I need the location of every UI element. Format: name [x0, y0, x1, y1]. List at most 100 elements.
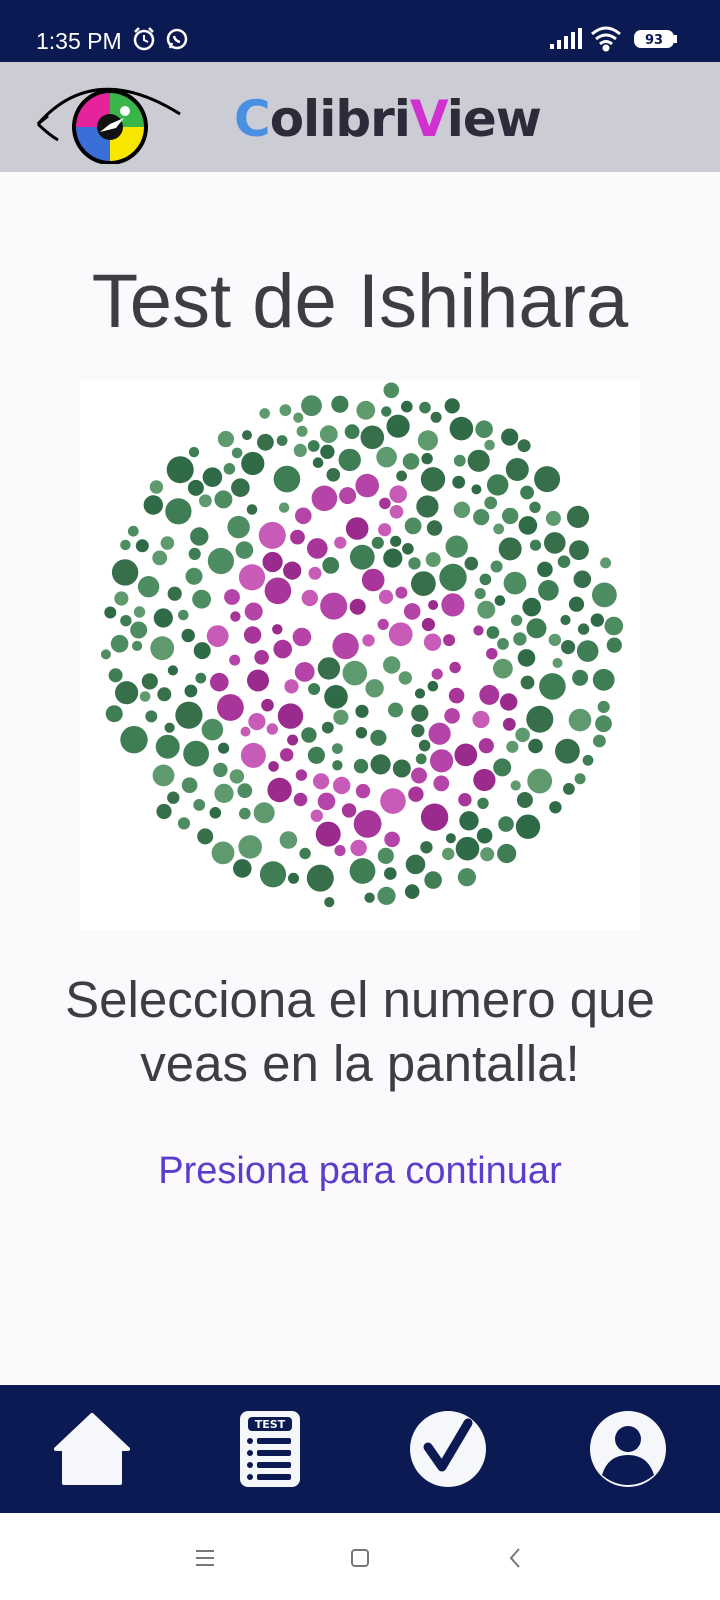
plate-dot — [498, 816, 514, 832]
plate-dot — [241, 451, 265, 476]
plate-dot — [362, 634, 375, 647]
plate-dot — [326, 468, 341, 482]
plate-dot — [479, 573, 492, 586]
plate-dot — [257, 433, 274, 451]
plate-dot — [383, 656, 401, 674]
brand-letter-v: V — [409, 90, 448, 148]
plate-dot — [290, 529, 305, 545]
nav-profile[interactable] — [588, 1409, 668, 1489]
plate-dot — [454, 743, 478, 767]
plate-dot — [411, 767, 427, 784]
plate-dot — [379, 497, 391, 510]
plate-dot — [187, 479, 204, 496]
system-back-button[interactable] — [500, 1543, 530, 1573]
plate-dot — [183, 740, 209, 767]
plate-dot — [425, 552, 441, 568]
plate-dot — [307, 538, 328, 559]
plate-dot — [445, 535, 468, 558]
plate-dot — [428, 600, 439, 610]
plate-dot — [421, 617, 435, 632]
plate-dot — [155, 734, 180, 759]
plate-dot — [498, 537, 522, 561]
plate-dot — [237, 783, 253, 799]
system-home-button[interactable] — [345, 1543, 375, 1573]
plate-dot — [243, 626, 262, 644]
plate-dot — [306, 864, 334, 892]
plate-dot — [459, 811, 479, 831]
plate-dot — [548, 633, 562, 647]
plate-dot — [296, 425, 308, 437]
svg-text:TEST: TEST — [255, 1418, 286, 1431]
plate-dot — [398, 671, 412, 685]
plate-dot — [606, 637, 622, 653]
plate-dot — [380, 788, 406, 814]
plate-dot — [418, 739, 431, 752]
plate-dot — [156, 803, 172, 820]
plate-dot — [370, 729, 387, 746]
plate-dot — [338, 448, 361, 472]
system-menu-button[interactable] — [190, 1543, 220, 1573]
plate-dot — [430, 749, 454, 773]
plate-dot — [238, 835, 262, 859]
plate-dot — [388, 702, 403, 718]
plate-dot — [353, 758, 369, 774]
plate-dot — [308, 683, 321, 695]
nav-results[interactable] — [408, 1409, 488, 1489]
plate-dot — [264, 577, 292, 605]
plate-dot — [402, 543, 414, 555]
plate-dot — [293, 792, 308, 807]
plate-dot — [288, 872, 299, 884]
plate-dot — [211, 841, 235, 865]
plate-dot — [254, 650, 269, 665]
menu-icon — [196, 1550, 214, 1566]
plate-dot — [218, 742, 230, 754]
plate-dot — [344, 424, 360, 440]
plate-dot — [139, 691, 151, 702]
continue-link[interactable]: Presiona para continuar — [0, 1150, 720, 1193]
plate-dot — [273, 465, 301, 493]
plate-dot — [497, 843, 517, 864]
plate-dot — [477, 600, 496, 619]
plate-dot — [332, 632, 359, 660]
plate-dot — [518, 516, 538, 535]
plate-dot — [383, 382, 400, 399]
plate-dot — [480, 847, 495, 862]
check-circle-icon — [410, 1411, 486, 1487]
nav-home[interactable] — [52, 1409, 132, 1489]
plate-dot — [529, 501, 541, 513]
plate-dot — [561, 640, 576, 655]
plate-dot — [421, 452, 433, 465]
plate-dot — [202, 467, 223, 487]
status-icons-left — [132, 26, 192, 57]
plate-dot — [526, 705, 554, 733]
plate-dot — [415, 753, 427, 765]
plate-dot — [430, 411, 442, 423]
plate-dot — [334, 845, 346, 857]
plate-dot — [568, 596, 585, 612]
plate-dot — [295, 769, 308, 781]
plate-dot — [597, 700, 610, 713]
plate-dot — [544, 532, 566, 554]
plate-dot — [233, 859, 252, 878]
plate-dot — [273, 639, 292, 659]
plate-dot — [486, 648, 498, 660]
plate-dot — [573, 570, 592, 589]
plate-dot — [502, 507, 519, 525]
plate-dot — [490, 560, 503, 573]
plate-dot — [192, 589, 211, 609]
nav-test[interactable]: TEST — [230, 1409, 310, 1489]
plate-dot — [227, 515, 250, 539]
plate-dot — [476, 827, 493, 844]
plate-dot — [537, 561, 553, 578]
ishihara-plate-image — [100, 382, 624, 908]
brand-letter-c: C — [234, 90, 271, 148]
plate-dot — [517, 649, 536, 667]
plate-dot — [516, 792, 533, 808]
plate-dot — [444, 398, 460, 414]
plate-dot — [276, 435, 288, 446]
plate-dot — [244, 602, 263, 621]
plate-dot — [317, 657, 341, 680]
plate-dot — [604, 616, 624, 636]
plate-dot — [593, 734, 606, 748]
plate-dot — [502, 717, 516, 731]
